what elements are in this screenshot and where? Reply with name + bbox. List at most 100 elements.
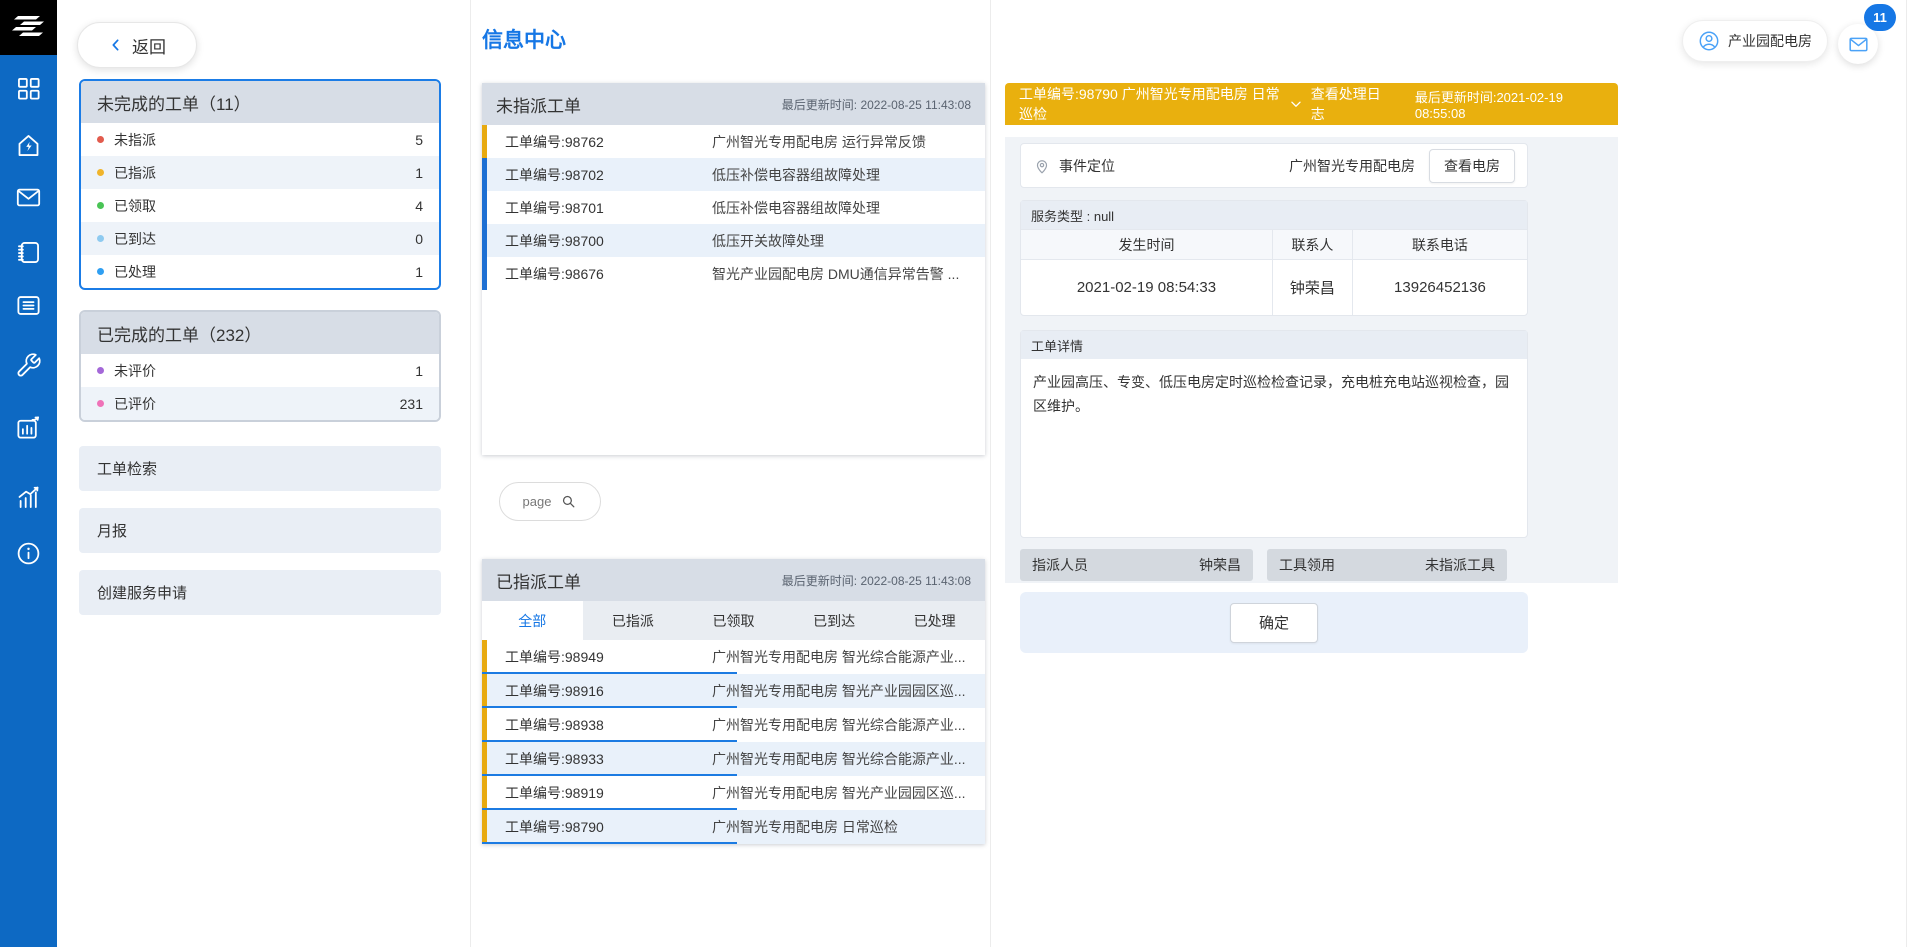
- status-row-unassigned[interactable]: 未指派 5: [81, 123, 439, 156]
- confirm-button[interactable]: 确定: [1230, 603, 1318, 643]
- page-title: 信息中心: [482, 24, 566, 54]
- order-desc: 广州智光专用配电房 智光产业园园区巡...: [712, 783, 966, 803]
- location-pin-icon: [1033, 157, 1051, 175]
- status-bar: [482, 257, 487, 290]
- col-contact-phone: 联系电话: [1352, 229, 1527, 259]
- order-row[interactable]: 工单编号:98933 广州智光专用配电房 智光综合能源产业...: [482, 742, 985, 776]
- trend-chart-icon[interactable]: [15, 484, 42, 511]
- assigned-panel-header: 已指派工单 最后更新时间: 2022-08-25 11:43:08: [482, 559, 985, 601]
- view-process-log-link[interactable]: 查看处理日志: [1289, 84, 1389, 124]
- unfinished-orders-card[interactable]: 未完成的工单（11） 未指派 5 已指派 1 已领取 4 已到达 0 已处理 1: [79, 79, 441, 290]
- mail-icon[interactable]: [15, 184, 42, 211]
- service-type-label: 服务类型 : null: [1021, 201, 1527, 229]
- tab-claimed[interactable]: 已领取: [683, 601, 784, 640]
- status-row-arrived[interactable]: 已到达 0: [81, 222, 439, 255]
- order-id: 工单编号:98700: [505, 231, 604, 251]
- order-desc: 低压开关故障处理: [712, 231, 824, 251]
- panel-title: 未指派工单: [496, 92, 581, 117]
- col-occurrence-time: 发生时间: [1021, 229, 1272, 259]
- order-row[interactable]: 工单编号:98938 广州智光专用配电房 智光综合能源产业...: [482, 708, 985, 742]
- status-row-processed[interactable]: 已处理 1: [81, 255, 439, 288]
- status-dot: [97, 136, 104, 143]
- order-id: 工单编号:98701: [505, 198, 604, 218]
- status-label: 已评价: [114, 394, 400, 414]
- order-row[interactable]: 工单编号:98676 智光产业园配电房 DMU通信异常告警 ...: [482, 257, 985, 290]
- event-location-value: 广州智光专用配电房: [1289, 156, 1415, 176]
- order-desc: 广州智光专用配电房 运行异常反馈: [712, 132, 926, 152]
- menu-item-monthly-report[interactable]: 月报: [79, 508, 441, 553]
- status-bar: [482, 191, 487, 224]
- order-desc: 智光产业园配电房 DMU通信异常告警 ...: [712, 264, 959, 284]
- status-bar: [482, 742, 487, 776]
- panel-title: 已指派工单: [496, 568, 581, 593]
- order-row[interactable]: 工单编号:98762 广州智光专用配电房 运行异常反馈: [482, 125, 985, 158]
- menu-item-create-service-request[interactable]: 创建服务申请: [79, 570, 441, 615]
- order-id: 工单编号:98762: [505, 132, 604, 152]
- assignee-value: 钟荣昌: [1199, 555, 1241, 575]
- order-row[interactable]: 工单编号:98919 广州智光专用配电房 智光产业园园区巡...: [482, 776, 985, 810]
- order-detail-text: 产业园高压、专变、低压电房定时巡检检查记录，充电桩充电站巡视检查，园区维护。: [1021, 359, 1527, 537]
- assignment-row: 指派人员 钟荣昌 工具领用 未指派工具: [1020, 549, 1528, 581]
- page-search[interactable]: page: [499, 482, 601, 521]
- finished-orders-card[interactable]: 已完成的工单（232） 未评价 1 已评价 231: [79, 310, 441, 422]
- order-row[interactable]: 工单编号:98949 广州智光专用配电房 智光综合能源产业...: [482, 640, 985, 674]
- tab-arrived[interactable]: 已到达: [784, 601, 885, 640]
- confirm-bar: 确定: [1020, 592, 1528, 653]
- status-bar: [482, 125, 487, 158]
- order-row[interactable]: 工单编号:98700 低压开关故障处理: [482, 224, 985, 257]
- assignee-box[interactable]: 指派人员 钟荣昌: [1020, 549, 1253, 581]
- dashboard-icon[interactable]: [15, 75, 42, 102]
- notebook-icon[interactable]: [15, 239, 42, 266]
- order-desc: 广州智光专用配电房 智光综合能源产业...: [712, 749, 966, 769]
- contact-person-value: 钟荣昌: [1272, 259, 1352, 315]
- menu-item-order-search[interactable]: 工单检索: [79, 446, 441, 491]
- view-power-room-button[interactable]: 查看电房: [1429, 149, 1515, 183]
- status-bar: [482, 674, 487, 708]
- assignee-label: 指派人员: [1032, 555, 1088, 575]
- status-label: 已到达: [114, 229, 415, 249]
- occurrence-time-value: 2021-02-19 08:54:33: [1021, 259, 1272, 315]
- order-row[interactable]: 工单编号:98702 低压补偿电容器组故障处理: [482, 158, 985, 191]
- home-icon[interactable]: [15, 132, 42, 159]
- tab-processed[interactable]: 已处理: [884, 601, 985, 640]
- order-row[interactable]: 工单编号:98916 广州智光专用配电房 智光产业园园区巡...: [482, 674, 985, 708]
- status-bar: [482, 708, 487, 742]
- order-row[interactable]: 工单编号:98701 低压补偿电容器组故障处理: [482, 191, 985, 224]
- order-row-selected[interactable]: 工单编号:98790 广州智光专用配电房 日常巡检: [482, 810, 985, 844]
- report-chart-icon[interactable]: [15, 414, 42, 441]
- info-icon[interactable]: [15, 540, 42, 567]
- status-count: 1: [415, 363, 423, 379]
- status-label: 未评价: [114, 361, 415, 381]
- event-location-card: 事件定位 广州智光专用配电房 查看电房: [1020, 143, 1528, 188]
- status-row-assigned[interactable]: 已指派 1: [81, 156, 439, 189]
- tab-assigned[interactable]: 已指派: [583, 601, 684, 640]
- order-desc: 低压补偿电容器组故障处理: [712, 165, 880, 185]
- status-count: 4: [415, 198, 423, 214]
- order-desc: 广州智光专用配电房 智光综合能源产业...: [712, 715, 966, 735]
- user-avatar-icon: [1698, 30, 1720, 52]
- status-bar: [482, 810, 487, 844]
- status-row-rated[interactable]: 已评价 231: [81, 387, 439, 420]
- order-id: 工单编号:98676: [505, 264, 604, 284]
- tab-all[interactable]: 全部: [482, 601, 583, 640]
- status-row-unrated[interactable]: 未评价 1: [81, 354, 439, 387]
- contact-table-header: 发生时间 联系人 联系电话: [1021, 229, 1527, 259]
- order-detail-body: 事件定位 广州智光专用配电房 查看电房 服务类型 : null 发生时间 联系人…: [1005, 137, 1618, 583]
- column-divider: [470, 0, 471, 947]
- back-button[interactable]: 返回: [77, 22, 197, 68]
- status-dot: [97, 169, 104, 176]
- user-account-button[interactable]: 产业园配电房: [1682, 20, 1828, 62]
- order-id: 工单编号:98702: [505, 165, 604, 185]
- wrench-icon[interactable]: [15, 352, 42, 379]
- unread-count-badge: 11: [1864, 4, 1896, 31]
- list-icon[interactable]: [15, 292, 42, 319]
- finished-orders-title: 已完成的工单（232）: [81, 312, 439, 354]
- order-id: 工单编号:98949: [505, 647, 604, 667]
- status-row-claimed[interactable]: 已领取 4: [81, 189, 439, 222]
- envelope-icon: [1848, 34, 1869, 55]
- status-bar: [482, 224, 487, 257]
- unfinished-orders-title: 未完成的工单（11）: [81, 81, 439, 123]
- tools-box[interactable]: 工具领用 未指派工具: [1267, 549, 1507, 581]
- tools-value: 未指派工具: [1425, 555, 1495, 575]
- status-bar: [482, 158, 487, 191]
